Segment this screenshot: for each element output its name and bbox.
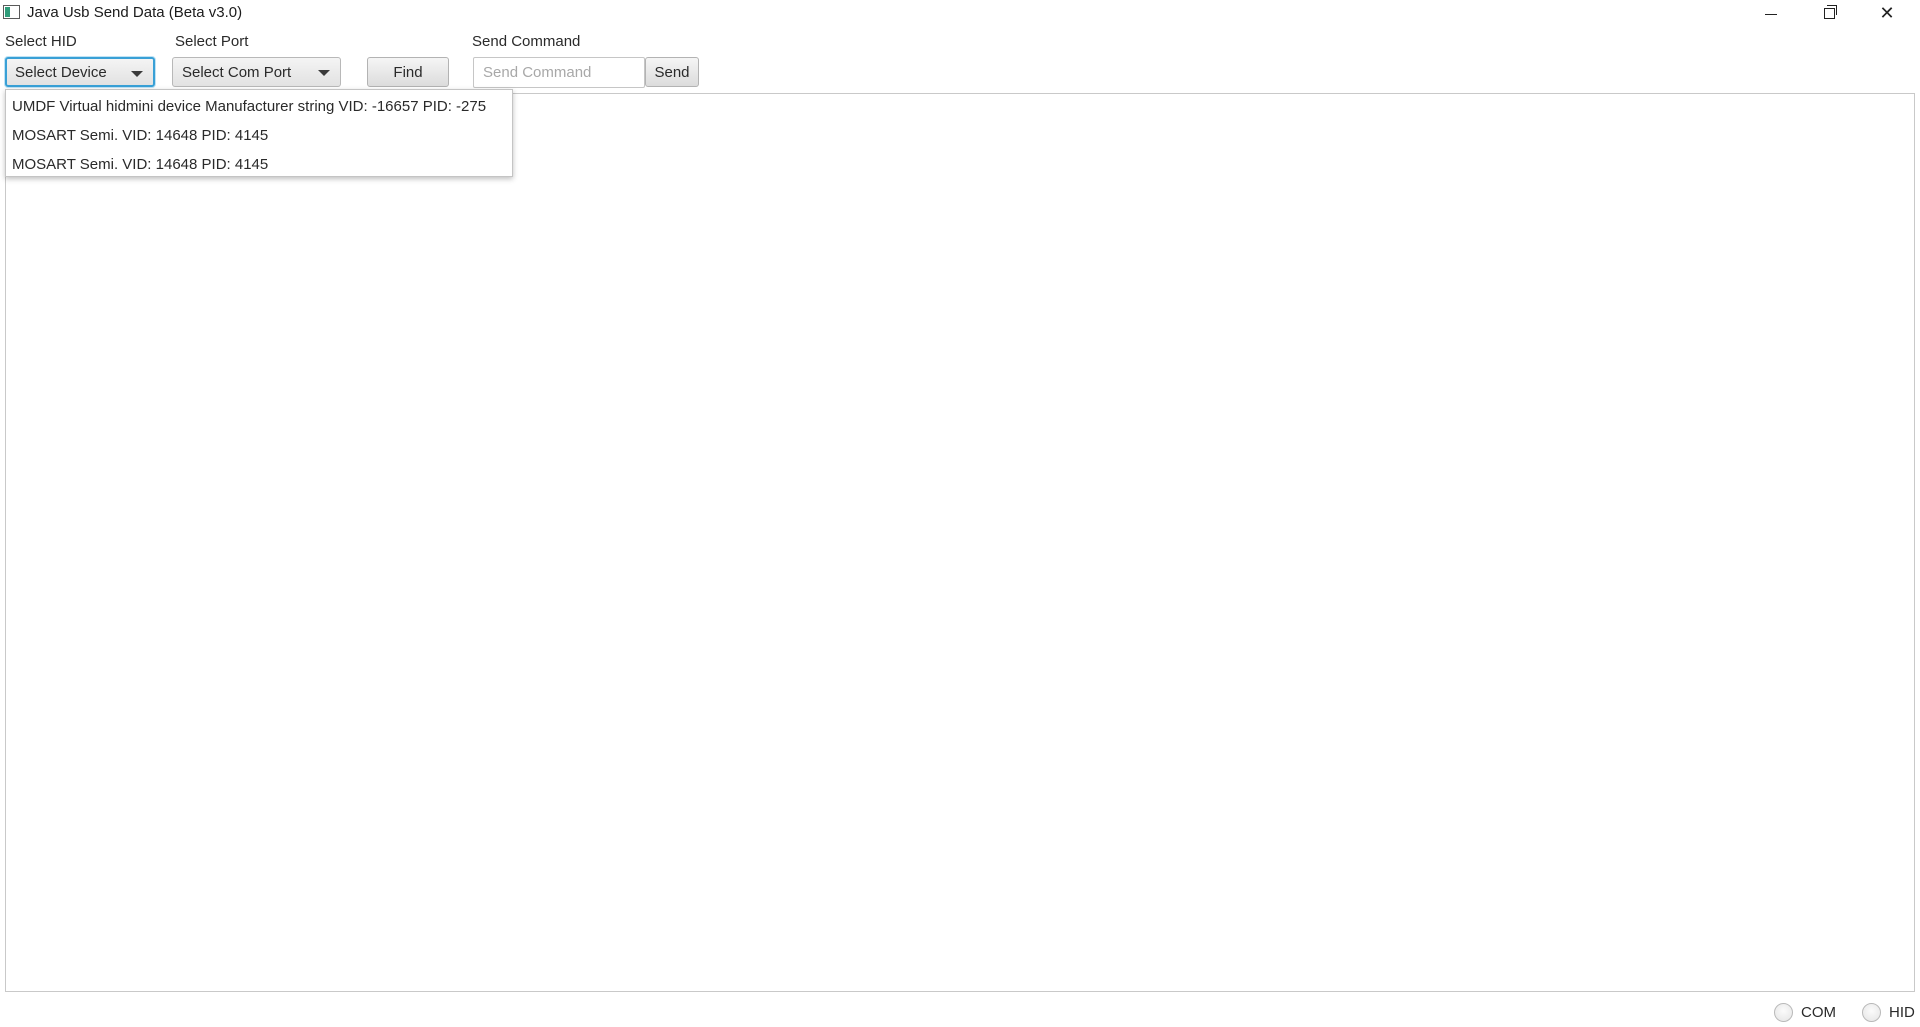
window-title: Java Usb Send Data (Beta v3.0) <box>27 4 243 21</box>
hid-device-option[interactable]: UMDF Virtual hidmini device Manufacturer… <box>6 92 512 121</box>
chevron-down-icon <box>131 71 143 77</box>
send-command-label: Send Command <box>472 33 581 50</box>
radio-hid-label: HID <box>1889 1004 1915 1021</box>
port-combo-value: Select Com Port <box>182 63 292 81</box>
close-icon: ✕ <box>1879 2 1895 23</box>
radio-hid[interactable]: HID <box>1862 1003 1915 1022</box>
radio-com-label: COM <box>1801 1004 1836 1021</box>
hid-device-combo[interactable]: Select Device <box>5 57 155 87</box>
radio-hid-circle[interactable] <box>1862 1003 1881 1022</box>
restore-button[interactable] <box>1800 0 1858 26</box>
radio-com[interactable]: COM <box>1774 1003 1836 1022</box>
hid-device-option[interactable]: MOSART Semi. VID: 14648 PID: 4145 <box>6 121 512 150</box>
send-command-input[interactable] <box>473 57 645 88</box>
hid-combo-value: Select Device <box>15 63 107 81</box>
minimize-button[interactable] <box>1742 0 1800 26</box>
output-text-area[interactable] <box>5 93 1915 992</box>
find-button[interactable]: Find <box>367 57 449 87</box>
restore-icon <box>1823 4 1837 19</box>
app-icon <box>3 5 20 19</box>
close-button[interactable]: ✕ <box>1858 0 1916 26</box>
com-port-combo[interactable]: Select Com Port <box>172 57 341 87</box>
hid-device-dropdown: UMDF Virtual hidmini device Manufacturer… <box>5 89 513 177</box>
chevron-down-icon <box>318 70 330 76</box>
minimize-icon <box>1765 13 1777 15</box>
select-hid-label: Select HID <box>5 33 77 50</box>
hid-device-option[interactable]: MOSART Semi. VID: 14648 PID: 4145 <box>6 150 512 179</box>
radio-com-circle[interactable] <box>1774 1003 1793 1022</box>
title-bar: Java Usb Send Data (Beta v3.0) ✕ <box>0 0 1920 26</box>
select-port-label: Select Port <box>175 33 249 50</box>
send-button[interactable]: Send <box>645 57 699 87</box>
